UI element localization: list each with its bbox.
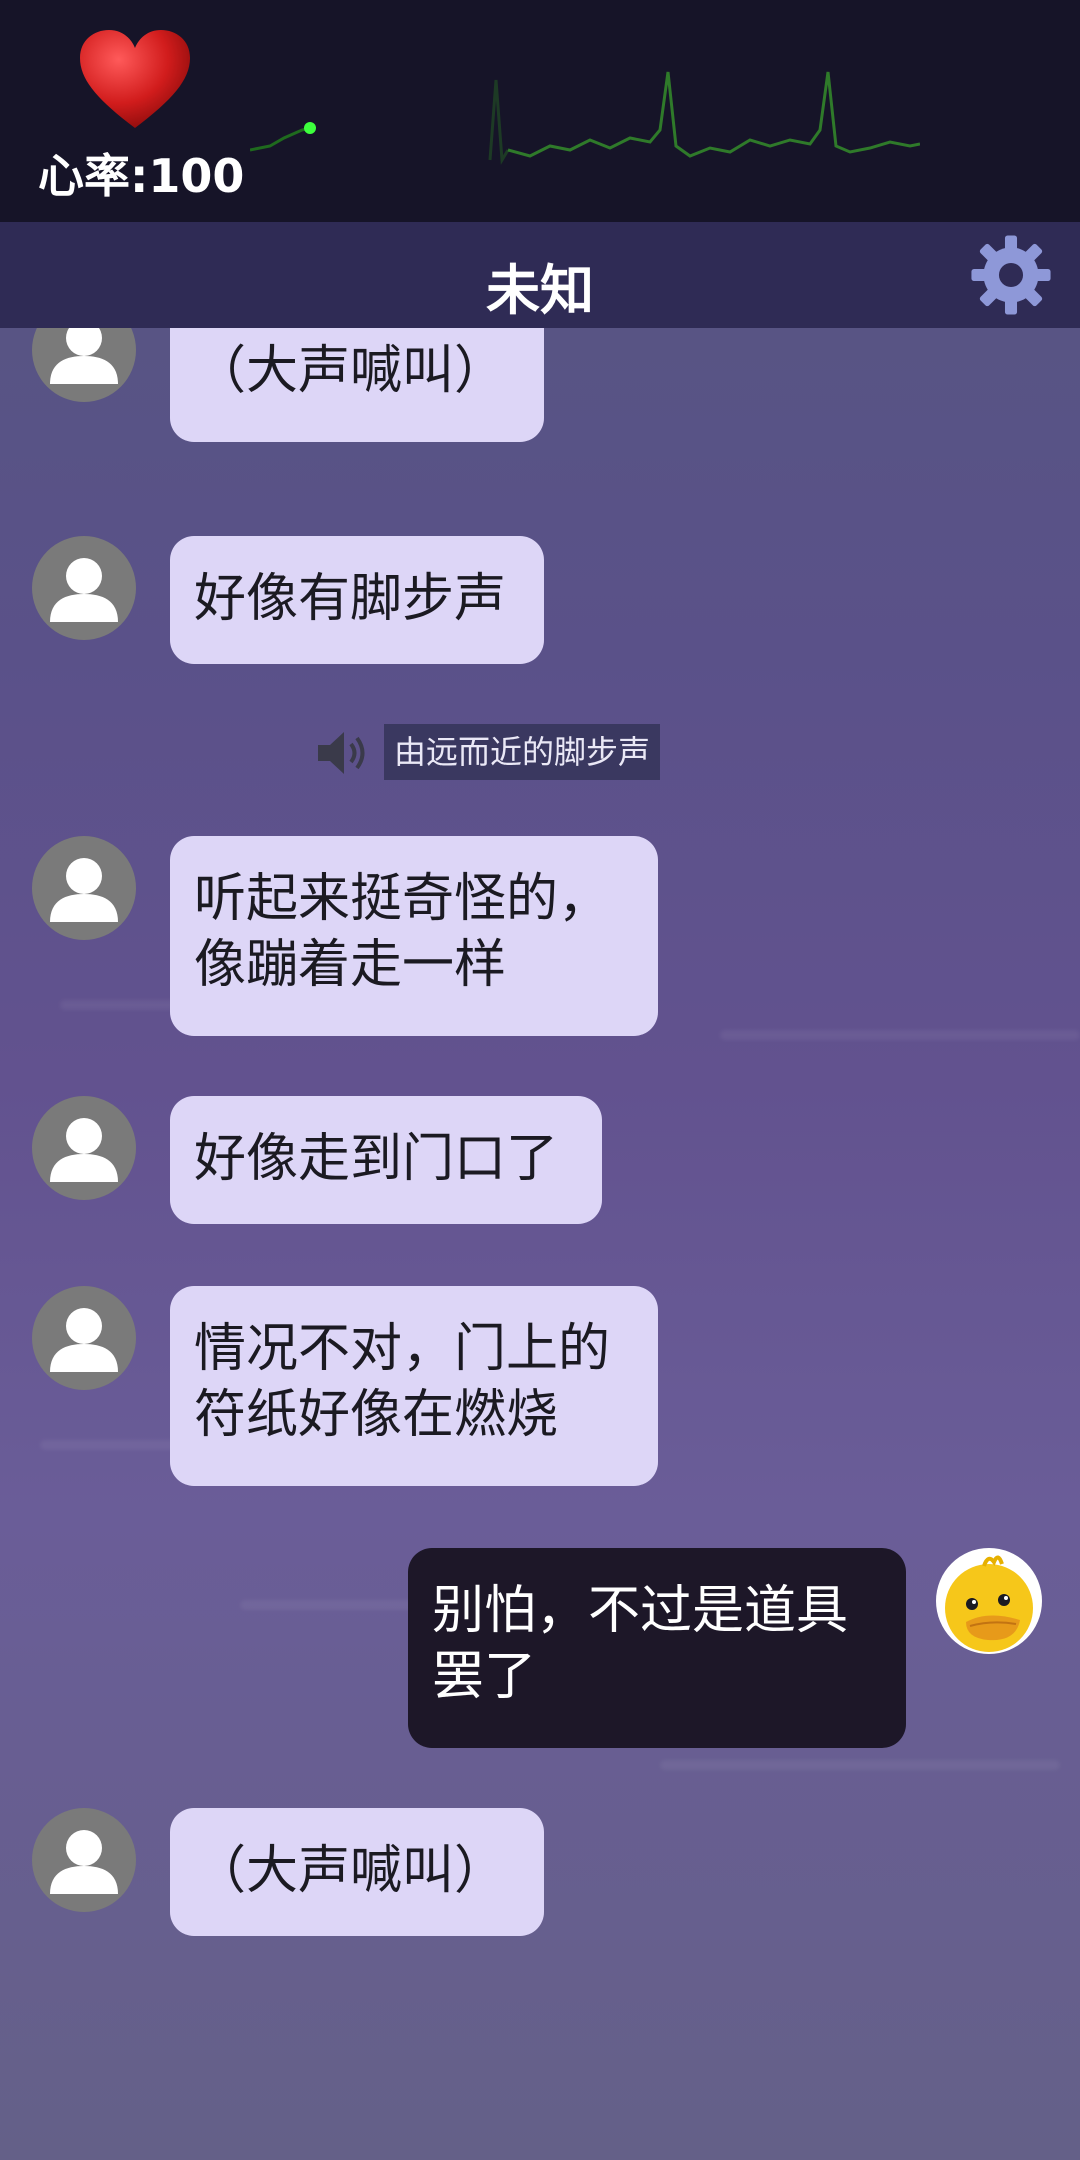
message-text: 听起来挺奇怪的， [194,869,611,929]
person-icon [50,1118,118,1182]
chat-title: 未知 [486,259,594,322]
message-text: 好像走到门口了 [194,1129,559,1189]
player-message-bubble: 别怕，不过是道具 罢了 [408,1548,906,1748]
avatar [32,536,136,640]
message-bubble: 好像有脚步声 [170,536,544,664]
message-text: 符纸好像在燃烧 [194,1385,559,1445]
title-bar: 未知 [0,222,1080,328]
message-bubble: 情况不对，门上的 符纸好像在燃烧 [170,1286,658,1486]
gear-icon[interactable] [968,232,1054,318]
heart-icon [80,30,190,128]
avatar [32,1096,136,1200]
avatar [32,836,136,940]
player-avatar [936,1548,1042,1654]
message-bubble: 听起来挺奇怪的， 像蹦着走一样 [170,836,658,1036]
message-text: 情况不对，门上的 [194,1319,611,1379]
ecg-cursor-dot [304,122,316,134]
ecg-waveform [250,71,920,165]
message-bubble: 好像走到门口了 [170,1096,602,1224]
heart-rate-label: 心率:100 [38,149,245,203]
avatar [32,1286,136,1390]
person-icon [50,558,118,622]
chat-area[interactable]: （大声喊叫） 好像有脚步声 由远而近的脚步声 听起来挺奇怪的， 像蹦着走一样 好… [0,328,1080,2160]
avatar [32,328,136,402]
message-bubble: （大声喊叫） [170,328,544,442]
person-icon [50,1830,118,1894]
message-bubble: （大声喊叫） [170,1808,544,1936]
duck-icon [945,1555,1033,1652]
avatar [32,1808,136,1912]
speaker-icon [318,732,365,774]
message-text: （大声喊叫） [194,341,507,401]
person-icon [50,858,118,922]
heart-rate-bar: 心率:100 [0,0,1080,222]
message-text: 好像有脚步声 [194,569,507,629]
message-text: 罢了 [432,1647,537,1707]
message-text: 像蹦着走一样 [194,935,507,995]
person-icon [50,328,118,384]
game-screen: 心率:100 未知 （大声喊叫） 好像有脚步声 由远而近的脚步声 听起来挺奇怪的… [0,0,1080,2160]
person-icon [50,1308,118,1372]
sound-effect-text: 由远而近的脚步声 [384,724,661,780]
message-text: （大声喊叫） [194,1841,507,1901]
message-text: 别怕，不过是道具 [432,1581,849,1641]
